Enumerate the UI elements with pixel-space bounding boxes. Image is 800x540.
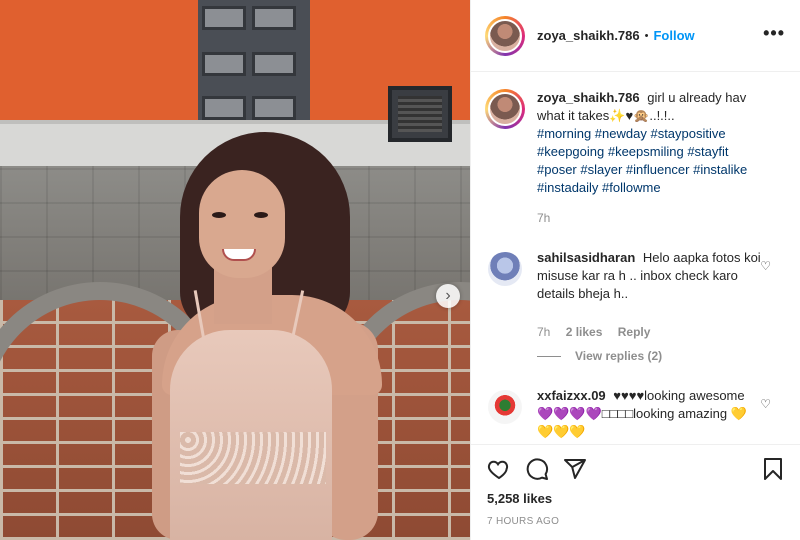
post-actions: 5,258 likes 7 HOURS AGO [471, 444, 800, 540]
comment-username[interactable]: sahilsasidharan [537, 250, 635, 265]
photo-eye [212, 212, 226, 218]
caption-username[interactable]: zoya_shaikh.786 [537, 90, 640, 105]
follow-button[interactable]: Follow [653, 28, 694, 43]
caption: zoya_shaikh.786 girl u already hav what … [485, 89, 763, 227]
photo-person [0, 0, 470, 540]
avatar[interactable] [485, 89, 525, 129]
avatar-image [488, 92, 522, 126]
share-icon[interactable] [563, 457, 587, 481]
comment-username[interactable]: xxfaizxx.09 [537, 388, 606, 403]
comment-meta: 7h 2 likes Reply [537, 323, 763, 341]
comments-list[interactable]: zoya_shaikh.786 girl u already hav what … [471, 73, 800, 443]
caption-time[interactable]: 7h [537, 211, 550, 225]
likes-count[interactable]: 5,258 likes [487, 491, 552, 506]
caption-meta: 7h [537, 209, 763, 227]
post-side-panel: zoya_shaikh.786 • Follow ••• zoya_shaikh… [470, 0, 800, 540]
header-username[interactable]: zoya_shaikh.786 [537, 28, 640, 43]
comment-icon[interactable] [525, 457, 549, 481]
comment-body: xxfaizxx.09 ♥♥♥♥looking awesome 💜💜💜💜□□□□… [537, 387, 763, 441]
carousel-next-button[interactable]: › [436, 284, 460, 308]
comment-likes[interactable]: 2 likes [566, 325, 603, 339]
chevron-right-icon: › [445, 287, 451, 304]
reply-button[interactable]: Reply [618, 325, 651, 339]
bookmark-icon[interactable] [761, 457, 785, 481]
comment-item: sahilsasidharan Helo aapka fotos koi mis… [485, 249, 763, 341]
photo-dress-lace [180, 432, 326, 484]
comment-item: xxfaizxx.09 ♥♥♥♥looking awesome 💜💜💜💜□□□□… [485, 387, 763, 441]
comment-body: sahilsasidharan Helo aapka fotos koi mis… [537, 249, 763, 341]
heart-icon[interactable] [487, 457, 511, 481]
divider [537, 355, 561, 357]
header-separator: • [644, 29, 649, 42]
more-options-icon[interactable]: ••• [763, 24, 785, 42]
photo-eye [254, 212, 268, 218]
view-replies-label: View replies (2) [575, 349, 663, 363]
post-timestamp[interactable]: 7 HOURS AGO [487, 516, 559, 527]
avatar[interactable] [485, 387, 525, 427]
avatar-image [488, 18, 522, 53]
avatar[interactable] [485, 249, 525, 289]
comment-time[interactable]: 7h [537, 325, 550, 339]
heart-icon[interactable]: ♡ [760, 259, 771, 273]
view-replies-button[interactable]: View replies (2) [537, 349, 662, 363]
heart-icon[interactable]: ♡ [760, 397, 771, 411]
caption-hashtags[interactable]: #morning #newday #staypositive #keepgoin… [537, 125, 763, 197]
post-photo[interactable]: › [0, 0, 470, 540]
avatar-image [488, 252, 522, 286]
action-icons [487, 457, 601, 481]
post-header: zoya_shaikh.786 • Follow ••• [471, 0, 800, 72]
caption-body: zoya_shaikh.786 girl u already hav what … [537, 89, 763, 227]
avatar[interactable] [485, 15, 525, 56]
photo-face [199, 170, 285, 278]
avatar-image [488, 390, 522, 424]
